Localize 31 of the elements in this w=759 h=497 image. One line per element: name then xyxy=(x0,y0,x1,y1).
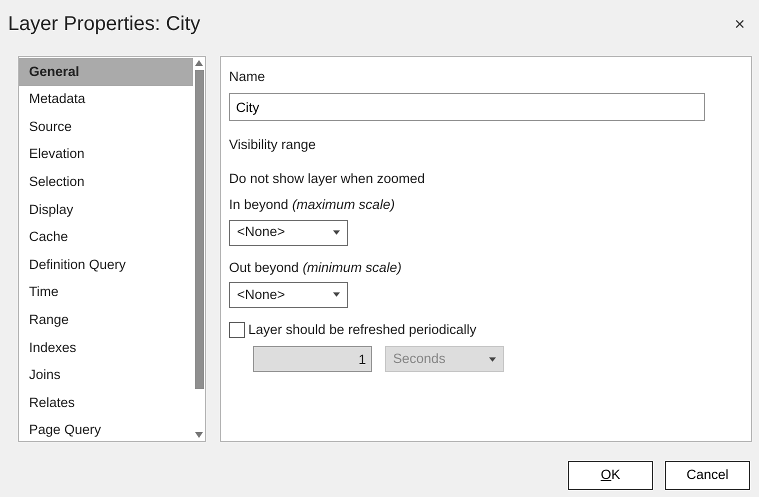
sidebar-item[interactable]: Indexes xyxy=(19,334,193,362)
visibility-note: Do not show layer when zoomed xyxy=(229,170,426,188)
sidebar-item[interactable]: Joins xyxy=(19,362,193,390)
caret-icon xyxy=(489,356,496,362)
sidebar-item[interactable]: Elevation xyxy=(19,140,193,168)
name-label: Name xyxy=(229,68,266,86)
name-field[interactable]: City xyxy=(229,93,705,122)
sidebar-item[interactable]: Definition Query xyxy=(19,251,193,279)
sidebar-item[interactable]: Display xyxy=(19,196,193,224)
field-label: In beyond (maximum scale) xyxy=(229,196,396,214)
scale-dropdown[interactable]: <None> xyxy=(229,282,348,308)
sidebar-item[interactable]: General xyxy=(19,58,193,86)
sidebar-item[interactable]: Page Query xyxy=(19,416,193,444)
caret-icon xyxy=(333,292,340,298)
checkbox-label: Layer should be refreshed periodically xyxy=(248,320,476,339)
cancel-button[interactable]: Cancel xyxy=(665,461,750,490)
caret-icon xyxy=(333,230,340,235)
sidebar-item[interactable]: Range xyxy=(19,306,193,334)
sidebar-item[interactable]: Relates xyxy=(19,389,193,417)
section-heading: Visibility range xyxy=(229,136,317,154)
ok-button[interactable]: OK xyxy=(568,461,653,490)
sidebar-item[interactable]: Time xyxy=(19,278,193,306)
sidebar-item[interactable]: Source xyxy=(19,113,193,141)
scroll-thumb[interactable] xyxy=(194,70,204,389)
scale-dropdown[interactable]: <None> xyxy=(229,220,348,246)
close-button[interactable]: × xyxy=(730,15,749,33)
sidebar-item[interactable]: Cache xyxy=(19,224,193,252)
window-title: Layer Properties: City xyxy=(8,12,200,37)
field-label: Out beyond (minimum scale) xyxy=(229,258,403,277)
sidebar-item[interactable]: Selection xyxy=(19,168,193,196)
sidebar-item[interactable]: Metadata xyxy=(19,86,193,114)
